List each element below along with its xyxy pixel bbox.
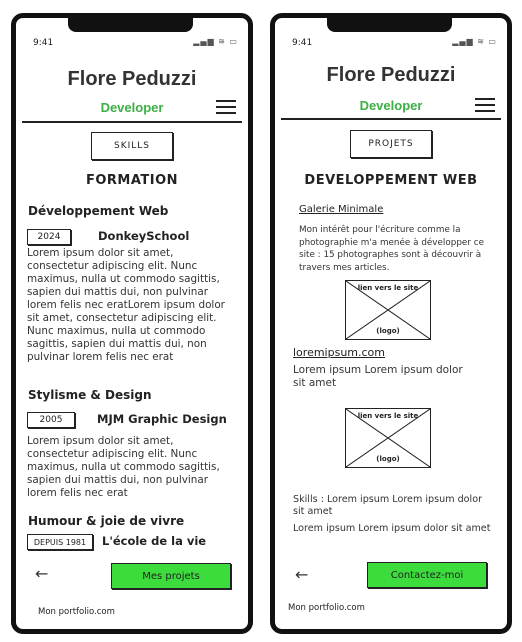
skills-text: Skills : Lorem ipsum Lorem ipsum dolor s… (293, 494, 483, 517)
extra-text: Lorem ipsum Lorem ipsum dolor sit amet (293, 523, 491, 534)
description-text: Lorem ipsum dolor sit amet, consectetur … (27, 247, 225, 363)
gallery-link[interactable]: Galerie Minimale (299, 204, 383, 215)
placeholder-logo-label: (logo) (376, 327, 400, 335)
placeholder-logo-label: (logo) (376, 455, 400, 463)
status-time: 9:41 (33, 38, 54, 48)
phone-frame-right: 9:41 ▂▄▆ ≋ ▭ Flore Peduzzi Developer PRO… (270, 13, 512, 634)
hamburger-menu-icon[interactable] (475, 98, 495, 114)
description-text: Lorem ipsum dolor sit amet, consectetur … (27, 435, 220, 499)
header-divider (281, 118, 501, 120)
status-icons: ▂▄▆ ≋ ▭ (452, 37, 497, 46)
school-name: L'école de la vie (102, 534, 207, 548)
projets-button[interactable]: PROJETS (350, 130, 432, 158)
profile-name: Flore Peduzzi (326, 64, 456, 86)
status-icons: ▂▄▆ ≋ ▭ (193, 37, 238, 46)
school-name: MJM Graphic Design (97, 412, 227, 426)
back-arrow-icon[interactable]: ← (35, 564, 48, 583)
footer-text: Mon portfolio.com (288, 603, 365, 613)
profile-role: Developer (100, 100, 164, 115)
school-name: DonkeySchool (98, 229, 190, 243)
category-heading: Stylisme & Design (28, 388, 152, 402)
section-title: DEVELOPPEMENT WEB (304, 173, 478, 188)
phone-frame-left: 9:41 ▂▄▆ ≋ ▭ Flore Peduzzi Developer SKI… (11, 13, 253, 634)
profile-role: Developer (359, 98, 423, 113)
site-logo-placeholder[interactable]: lien vers le site (logo) (345, 408, 431, 468)
notch (68, 16, 193, 32)
profile-name: Flore Peduzzi (67, 68, 197, 90)
header-divider (22, 121, 242, 123)
year-badge: 2005 (27, 412, 75, 428)
category-heading: Humour & joie de vivre (28, 514, 185, 528)
project-link[interactable]: loremipsum.com (293, 346, 385, 359)
section-title: FORMATION (85, 173, 179, 188)
category-heading: Développement Web (28, 204, 169, 218)
mes-projets-button[interactable]: Mes projets (111, 563, 231, 589)
placeholder-label: lien vers le site (357, 284, 419, 292)
site-logo-placeholder[interactable]: lien vers le site (logo) (345, 280, 431, 340)
project-description: Lorem ipsum Lorem ipsum dolor sit amet (293, 364, 463, 389)
placeholder-label: lien vers le site (357, 412, 419, 420)
year-badge: DEPUIS 1981 (27, 534, 93, 550)
contact-button[interactable]: Contactez-moi (367, 562, 487, 588)
year-badge: 2024 (27, 229, 71, 245)
skills-button[interactable]: SKILLS (91, 132, 173, 160)
back-arrow-icon[interactable]: ← (295, 565, 308, 584)
footer-text: Mon portfolio.com (38, 607, 115, 617)
hamburger-menu-icon[interactable] (216, 100, 236, 116)
gallery-description: Mon intérêt pour l'écriture comme la pho… (299, 225, 484, 273)
status-time: 9:41 (292, 38, 313, 48)
notch (327, 16, 452, 32)
